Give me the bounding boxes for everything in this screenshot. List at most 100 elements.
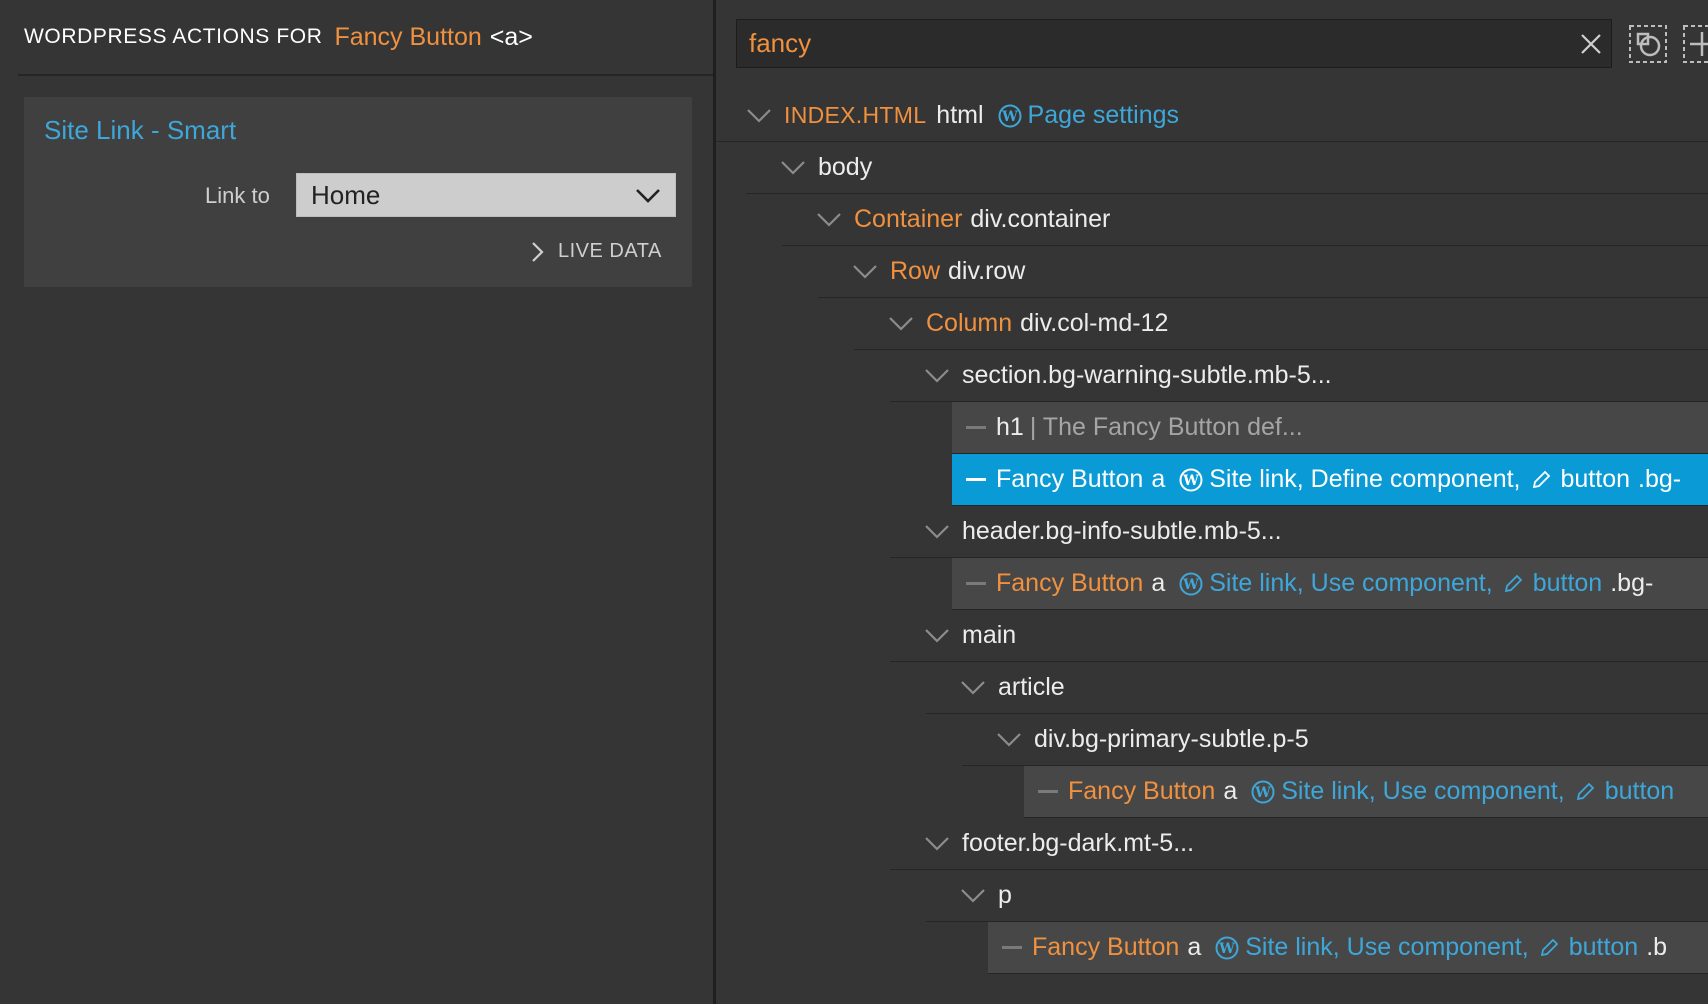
- wordpress-actions-panel: WORDPRESS ACTIONS FOR Fancy Button <a> S…: [0, 0, 714, 1004]
- chevron-down-icon[interactable]: [888, 315, 914, 333]
- chevron-down-icon[interactable]: [746, 107, 772, 125]
- fancy-button-class: .bg-: [1610, 569, 1654, 597]
- svg-text:W: W: [1182, 473, 1199, 489]
- select-element-icon[interactable]: [1628, 24, 1668, 64]
- chevron-down-icon[interactable]: [924, 627, 950, 645]
- tree-row-h1[interactable]: h1 | The Fancy Button def...: [952, 402, 1708, 454]
- column-name: Column: [926, 309, 1013, 337]
- pencil-icon: [1576, 782, 1594, 800]
- h1-text: | The Fancy Button def...: [1029, 413, 1303, 441]
- fancy-button-tag: a: [1151, 465, 1166, 493]
- chevron-down-icon[interactable]: [924, 835, 950, 853]
- leaf-dash: [1038, 790, 1058, 793]
- fancy-button-name: Fancy Button: [1032, 933, 1180, 961]
- wordpress-icon: W: [1251, 780, 1275, 803]
- header-tag: header.bg-info-subtle.mb-5...: [962, 517, 1282, 545]
- svg-text:W: W: [1001, 109, 1018, 125]
- container-tag: div.container: [970, 205, 1111, 233]
- pencil-icon: [1532, 470, 1550, 488]
- fancy-button-tag: a: [1187, 933, 1202, 961]
- tree-row-fancy-button-selected[interactable]: Fancy Button a W Site link, Define compo…: [952, 454, 1708, 506]
- element-tree-panel: INDEX.HTML html W Page settings body Con…: [716, 0, 1708, 1004]
- h1-tag: h1: [996, 413, 1024, 441]
- chevron-right-icon: [532, 241, 544, 262]
- link-to-select[interactable]: Home: [296, 173, 676, 217]
- leaf-dash: [966, 582, 986, 585]
- fancy-button-name: Fancy Button: [996, 569, 1144, 597]
- wordpress-icon: W: [1215, 936, 1239, 959]
- tree-row-fancy-button-3[interactable]: Fancy Button a W Site link, Use componen…: [1024, 766, 1708, 818]
- tree-row-main[interactable]: main: [890, 610, 1708, 662]
- link-to-label: Link to: [205, 183, 270, 208]
- tree-row-p[interactable]: p: [926, 870, 1708, 922]
- tree-row-fancy-button-2[interactable]: Fancy Button a W Site link, Use componen…: [952, 558, 1708, 610]
- leaf-dash: [966, 426, 986, 429]
- fancy-button-actions[interactable]: Site link, Use component,: [1245, 933, 1528, 962]
- svg-text:W: W: [1218, 941, 1235, 957]
- tree-row-div-primary[interactable]: div.bg-primary-subtle.p-5: [962, 714, 1708, 766]
- leaf-dash: [966, 478, 986, 481]
- fancy-button-edit[interactable]: button: [1533, 569, 1603, 598]
- tree-row-fancy-button-4[interactable]: Fancy Button a W Site link, Use componen…: [988, 922, 1708, 974]
- page-settings-link[interactable]: Page settings: [1028, 101, 1180, 130]
- tree-row-article[interactable]: article: [926, 662, 1708, 714]
- tree-row-body[interactable]: body: [746, 142, 1708, 194]
- chevron-down-icon: [636, 189, 660, 203]
- chevron-down-icon[interactable]: [960, 887, 986, 905]
- search-input[interactable]: [749, 28, 1529, 59]
- close-icon[interactable]: [1579, 32, 1603, 56]
- header-element-name: Fancy Button: [334, 22, 482, 51]
- chevron-down-icon[interactable]: [816, 211, 842, 229]
- fancy-button-actions[interactable]: Site link, Use component,: [1281, 777, 1564, 806]
- fancy-button-edit[interactable]: button: [1561, 465, 1631, 494]
- tree-row-footer[interactable]: footer.bg-dark.mt-5...: [890, 818, 1708, 870]
- wordpress-icon: W: [1179, 468, 1203, 491]
- tree-row-container[interactable]: Container div.container: [782, 194, 1708, 246]
- fancy-button-edit[interactable]: button: [1605, 777, 1675, 806]
- chevron-down-icon[interactable]: [960, 679, 986, 697]
- footer-tag: footer.bg-dark.mt-5...: [962, 829, 1195, 857]
- fancy-button-class: .bg-: [1638, 465, 1682, 493]
- fancy-button-edit[interactable]: button: [1569, 933, 1639, 962]
- main-tag: main: [962, 621, 1017, 649]
- pencil-icon: [1504, 574, 1522, 592]
- header-element-tag: <a>: [489, 22, 533, 51]
- row-name: Row: [890, 257, 941, 285]
- tree-row-row[interactable]: Row div.row: [818, 246, 1708, 298]
- tree-row-header[interactable]: header.bg-info-subtle.mb-5...: [890, 506, 1708, 558]
- div-primary-tag: div.bg-primary-subtle.p-5: [1034, 725, 1309, 753]
- svg-text:W: W: [1254, 785, 1271, 801]
- container-name: Container: [854, 205, 963, 233]
- wordpress-icon: W: [998, 104, 1022, 127]
- chevron-down-icon[interactable]: [780, 159, 806, 177]
- header-prefix: WORDPRESS ACTIONS FOR: [24, 25, 323, 48]
- fancy-button-actions[interactable]: Site link, Define component,: [1209, 465, 1520, 494]
- svg-text:W: W: [1182, 577, 1199, 593]
- fancy-button-actions[interactable]: Site link, Use component,: [1209, 569, 1492, 598]
- wordpress-icon: W: [1179, 572, 1203, 595]
- row-tag: div.row: [948, 257, 1026, 285]
- tree-row-root[interactable]: INDEX.HTML html W Page settings: [716, 90, 1708, 142]
- search-box: [736, 19, 1612, 68]
- link-to-value: Home: [311, 179, 381, 210]
- tree-row-column[interactable]: Column div.col-md-12: [854, 298, 1708, 350]
- chevron-down-icon[interactable]: [852, 263, 878, 281]
- fancy-button-tag: a: [1151, 569, 1166, 597]
- root-tag: html: [936, 101, 984, 129]
- p-tag: p: [998, 881, 1012, 909]
- fancy-button-name: Fancy Button: [1068, 777, 1216, 805]
- root-file-label: INDEX.HTML: [784, 102, 927, 128]
- live-data-toggle[interactable]: LIVE DATA: [530, 240, 662, 263]
- fancy-button-tag: a: [1223, 777, 1238, 805]
- site-link-title[interactable]: Site Link - Smart: [44, 115, 236, 146]
- chevron-down-icon[interactable]: [924, 523, 950, 541]
- add-element-icon[interactable]: [1682, 24, 1708, 64]
- chevron-down-icon[interactable]: [996, 731, 1022, 749]
- fancy-button-class: .b: [1646, 933, 1668, 961]
- pencil-icon: [1540, 938, 1558, 956]
- tree-row-section[interactable]: section.bg-warning-subtle.mb-5...: [890, 350, 1708, 402]
- article-tag: article: [998, 673, 1065, 701]
- body-tag: body: [818, 153, 873, 181]
- chevron-down-icon[interactable]: [924, 367, 950, 385]
- leaf-dash: [1002, 946, 1022, 949]
